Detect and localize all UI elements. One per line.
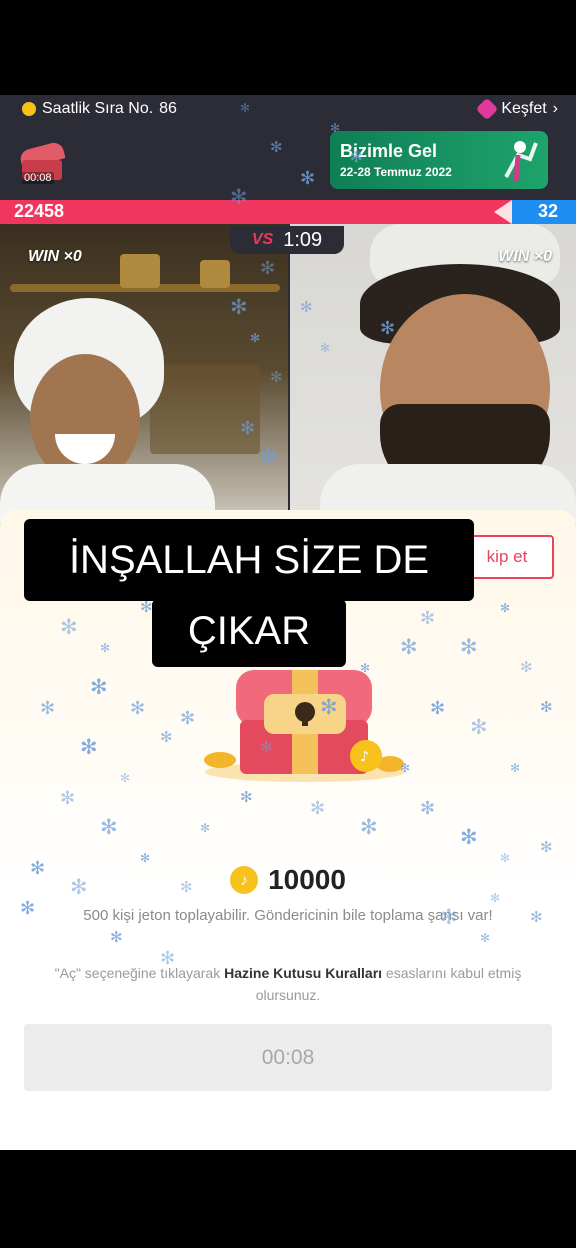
battle-timer-value: 1:09 <box>283 228 323 251</box>
mini-chest-timer: 00:08 <box>22 172 54 184</box>
promo-banner[interactable]: Bizimle Gel 22-28 Temmuz 2022 <box>330 131 548 189</box>
coin-icon: ♪ <box>230 866 259 894</box>
gem-icon <box>475 97 499 121</box>
promo-dates: 22-28 Temmuz 2022 <box>340 165 452 179</box>
rules-link[interactable]: Hazine Kutusu Kuralları <box>224 965 382 981</box>
vs-icon: VS <box>251 231 274 248</box>
caption-line-1: İNŞALLAH SİZE DE <box>24 519 474 601</box>
prize-amount: 10000 <box>268 864 346 895</box>
host-camera-right: WIN ×0 <box>290 224 576 524</box>
promo-title: Bizimle Gel <box>340 141 438 161</box>
explore-button[interactable]: Keşfet › <box>475 96 558 122</box>
battle-timer: VS 1:09 <box>230 226 344 254</box>
treasure-chest-icon: ♪ <box>204 670 405 782</box>
rank-label: Saatlik Sıra No. <box>42 100 154 117</box>
prize-row: ♪ 10000 <box>0 860 576 900</box>
host-camera-left: WIN ×0 <box>0 224 288 524</box>
caption-line-2: ÇIKAR <box>152 599 346 667</box>
explore-label: Keşfet <box>501 100 547 117</box>
score-left: 22458 <box>14 201 65 221</box>
treasure-rules-text: "Aç" seçeneğine tıklayarak Hazine Kutusu… <box>30 962 546 1006</box>
skip-button[interactable]: kip et <box>460 535 554 579</box>
win-counter-left: WIN ×0 <box>28 248 82 265</box>
chevron-right-icon: › <box>552 100 558 117</box>
treasure-description: 500 kişi jeton toplayabilir. Göndericini… <box>83 907 493 924</box>
rules-prefix: "Aç" seçeneğine tıklayarak <box>54 965 225 981</box>
rank-coin-icon <box>22 102 36 116</box>
dancer-illustration-icon <box>504 141 538 182</box>
rank-number: 86 <box>159 100 177 117</box>
battle-score-bar <box>0 200 576 224</box>
treasure-chest-mini-button[interactable]: 00:08 <box>16 140 68 188</box>
score-right: 32 <box>537 201 558 221</box>
hourly-rank[interactable]: Saatlik Sıra No. 86 <box>22 96 177 122</box>
open-countdown-button[interactable]: 00:08 <box>24 1024 552 1091</box>
win-counter-right: WIN ×0 <box>498 248 552 265</box>
svg-text:♪: ♪ <box>360 749 369 765</box>
